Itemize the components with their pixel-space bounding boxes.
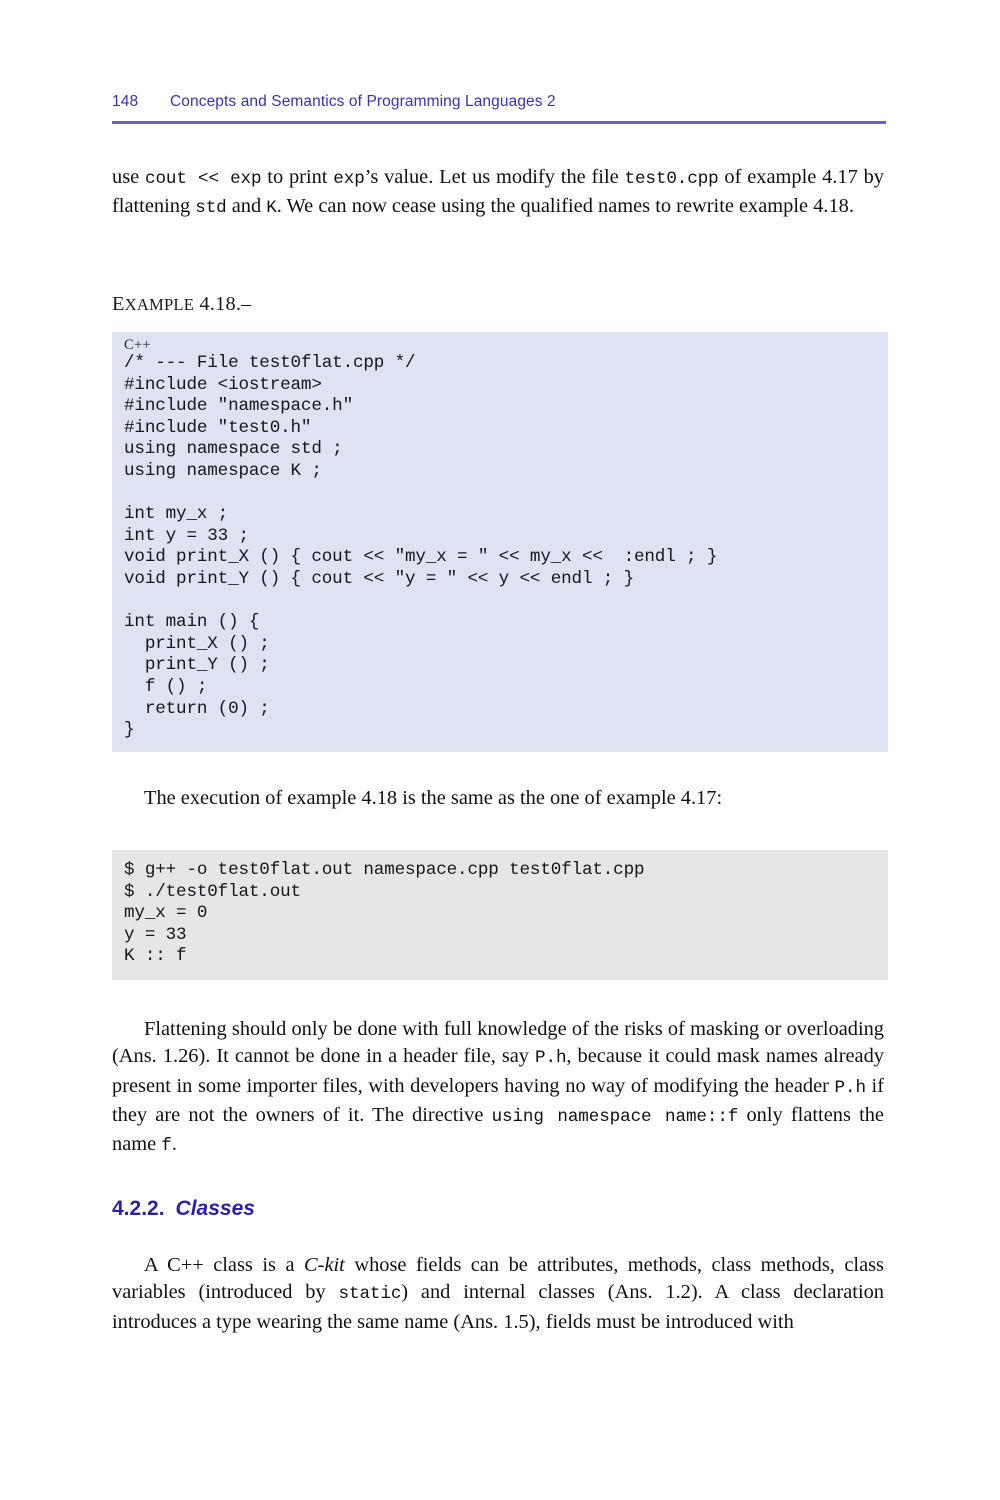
page-content: 148 Concepts and Semantics of Programming…	[112, 0, 888, 1500]
code-listing-block: C++ /* --- File test0flat.cpp */ #includ…	[112, 332, 888, 752]
classes-italic-ckit: C-kit	[304, 1254, 345, 1276]
paragraph-between: The execution of example 4.18 is the sam…	[112, 785, 884, 812]
section-number: 4.2.2.	[112, 1197, 165, 1220]
example-label-smallcaps: XAMPLE	[124, 295, 195, 314]
intro-code-k: K	[266, 198, 277, 219]
header-rule	[112, 121, 886, 124]
intro-code-cout: cout << exp	[145, 169, 262, 189]
intro-text-5: and	[226, 195, 267, 218]
example-label-number: 4.18.–	[194, 293, 252, 315]
code-language-label: C++	[124, 337, 151, 353]
flatten-code-using-namespace: using namespace name::f	[491, 1106, 739, 1127]
flatten-code-ph-2: P.h	[834, 1077, 866, 1098]
terminal-listing-block: $ g++ -o test0flat.out namespace.cpp tes…	[112, 850, 888, 980]
intro-code-test0cpp: test0.cpp	[624, 169, 719, 189]
code-listing-text: /* --- File test0flat.cpp */ #include <i…	[124, 353, 718, 741]
section-heading: 4.2.2. Classes	[112, 1197, 255, 1221]
intro-code-exp: exp	[333, 169, 365, 189]
intro-text-2: to print	[261, 166, 334, 188]
terminal-listing-text: $ g++ -o test0flat.out namespace.cpp tes…	[124, 860, 645, 967]
example-label-initial: E	[112, 293, 125, 315]
section-title: Classes	[175, 1197, 255, 1220]
intro-code-std: std	[195, 198, 227, 219]
book-title: Concepts and Semantics of Programming La…	[170, 93, 556, 110]
flatten-code-ph-1: P.h	[535, 1048, 567, 1069]
paragraph-intro: use cout << exp to print exp’s value. Le…	[112, 164, 884, 223]
running-head: 148 Concepts and Semantics of Programming…	[112, 93, 886, 111]
paragraph-flattening: Flattening should only be done with full…	[112, 1016, 884, 1160]
between-text: The execution of example 4.18 is the sam…	[144, 787, 723, 809]
paragraph-classes: A C++ class is a C-kit whose fields can …	[112, 1252, 884, 1336]
intro-text-3: ’s value. Let us modify the file	[364, 166, 625, 188]
page-number: 148	[112, 93, 139, 110]
flatten-text-5: .	[171, 1133, 177, 1156]
flatten-code-f: f	[161, 1136, 172, 1157]
classes-text-1: A C++ class is a	[144, 1254, 305, 1276]
example-label: EXAMPLE 4.18.–	[112, 293, 252, 316]
intro-text-1: use	[112, 166, 145, 188]
classes-code-static: static	[338, 1284, 402, 1305]
intro-text-6: . We can now cease using the qualified n…	[276, 195, 854, 218]
